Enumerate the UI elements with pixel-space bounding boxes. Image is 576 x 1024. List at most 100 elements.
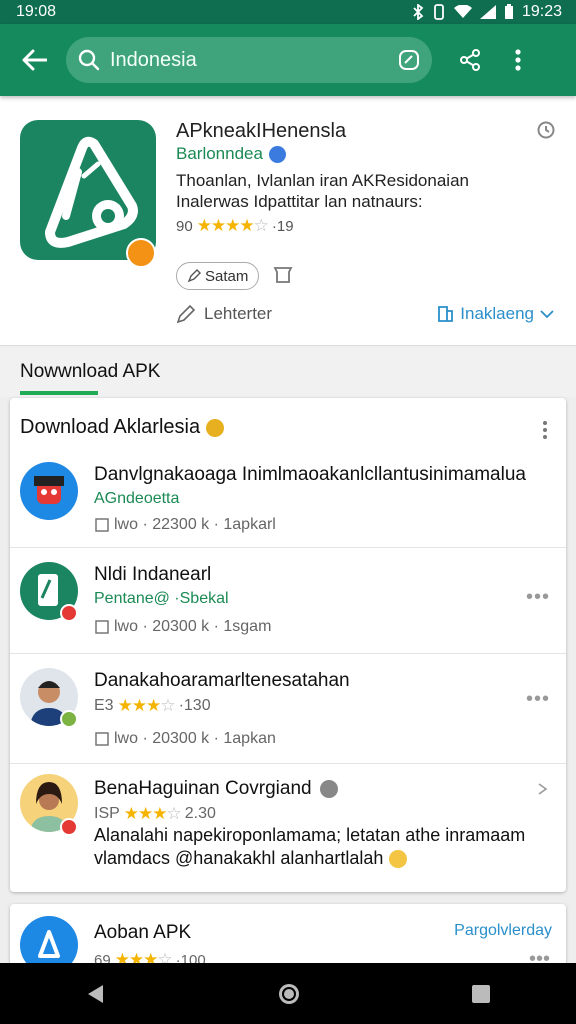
item-title-row: BenaHaguinan Covrgiand bbox=[94, 778, 338, 800]
tab-bar: Nowwnload APK bbox=[0, 347, 576, 397]
search-icon bbox=[78, 49, 100, 71]
lens-icon[interactable] bbox=[398, 49, 420, 71]
system-nav-bar bbox=[0, 963, 576, 1024]
item-meta-text: lwo · 22300 k · 1apkarl bbox=[114, 516, 276, 533]
battery-icon bbox=[504, 4, 513, 19]
card-title-text: Download Aklarlesia bbox=[20, 416, 201, 438]
item-title: Nldi Indanearl bbox=[94, 564, 212, 585]
emoji-icon bbox=[389, 849, 408, 868]
gold-badge-icon bbox=[206, 418, 225, 437]
description-line: Alanalahi napekiroponlamama; letatan ath… bbox=[94, 825, 526, 845]
more-vert-icon[interactable] bbox=[542, 420, 548, 440]
list-item[interactable]: Nldi Indanearl Pentane@ ·Sbekal lwo · 20… bbox=[10, 548, 566, 654]
verified-icon bbox=[268, 145, 286, 163]
bookmark-icon[interactable] bbox=[272, 264, 294, 286]
tab-download-apk[interactable]: Nowwnload APK bbox=[20, 361, 160, 383]
nav-back-button[interactable] bbox=[85, 983, 107, 1005]
developer-link[interactable]: Barlonndea bbox=[176, 144, 286, 164]
chip-label: Satam bbox=[205, 267, 249, 285]
card-title: Download Aklarlesia bbox=[20, 416, 225, 439]
review-label: Lehterter bbox=[204, 304, 273, 323]
item-title: Danvlgnakaoaga Inimlmaoakanlcllantusinim… bbox=[94, 464, 526, 485]
more-options-button[interactable] bbox=[496, 38, 540, 82]
rating-suffix: ·19 bbox=[271, 217, 294, 235]
item-title: BenaHaguinan Covrgiand bbox=[94, 778, 312, 799]
rating-suffix: 2.30 bbox=[184, 805, 216, 822]
description-line: vlamdacs @hanakakhl alanhartlalah bbox=[94, 847, 544, 870]
more-horiz-icon[interactable]: ••• bbox=[526, 586, 550, 609]
chevron-down-icon bbox=[540, 310, 554, 319]
info-icon bbox=[319, 780, 338, 798]
developer-name: Barlonndea bbox=[176, 144, 263, 163]
description-line: Thoanlan, Ivlanlan iran AKResidonaian bbox=[176, 171, 469, 190]
history-icon[interactable] bbox=[536, 120, 556, 140]
share-button[interactable] bbox=[448, 38, 492, 82]
back-button[interactable] bbox=[12, 38, 56, 82]
app-header-section: APkneakIHenensla Barlonndea Thoanlan, Iv… bbox=[0, 96, 576, 346]
item-subtitle: AGndeoetta bbox=[94, 490, 180, 507]
item-meta: lwo · 22300 k · 1apkarl bbox=[94, 516, 276, 534]
nav-recents-button[interactable] bbox=[471, 984, 491, 1004]
badge-icon bbox=[60, 818, 78, 836]
star-rating: ★★★★☆ bbox=[196, 216, 269, 235]
badge-icon bbox=[60, 604, 78, 622]
chevron-right-icon[interactable] bbox=[536, 782, 550, 796]
download-card: Download Aklarlesia Danvlgnakaoaga Iniml… bbox=[10, 398, 566, 892]
more-horiz-icon[interactable]: ••• bbox=[526, 688, 550, 711]
list-item[interactable]: BenaHaguinan Covrgiand ISP ★★★☆ 2.30 Ala… bbox=[10, 764, 566, 884]
status-time-right: 19:23 bbox=[521, 3, 562, 20]
install-button[interactable]: Inaklaeng bbox=[436, 304, 554, 324]
item-meta-text: lwo · 20300 k · 1sgam bbox=[114, 618, 272, 635]
star-rating: ★★★☆ bbox=[117, 696, 176, 715]
description-text: vlamdacs @hanakakhl alanhartlalah bbox=[94, 848, 384, 868]
signal-icon bbox=[479, 5, 496, 19]
install-icon bbox=[438, 306, 454, 322]
list-item[interactable]: Danvlgnakaoaga Inimlmaoakanlcllantusinim… bbox=[10, 446, 566, 548]
status-time-left: 19:08 bbox=[16, 3, 57, 20]
rating-prefix: 90 bbox=[176, 217, 193, 235]
file-icon bbox=[95, 620, 109, 634]
app-rating: 90 ★★★★☆ ·19 bbox=[176, 216, 294, 236]
pencil-icon bbox=[187, 269, 201, 283]
file-icon bbox=[95, 518, 109, 532]
avatar bbox=[20, 462, 78, 520]
app-bar: Indonesia bbox=[0, 24, 576, 96]
more-vert-icon bbox=[515, 49, 521, 71]
rating-prefix: ISP bbox=[94, 805, 120, 822]
search-bar[interactable]: Indonesia bbox=[66, 37, 432, 83]
card2-link[interactable]: Pargolvlerday bbox=[454, 922, 552, 940]
item-meta: lwo · 20300 k · 1apkan bbox=[94, 730, 276, 748]
list-item[interactable]: Danakahoaramarltenesatahan E3 ★★★☆ ·130 … bbox=[10, 654, 566, 764]
rating-suffix: ·130 bbox=[178, 697, 211, 714]
app-title: APkneakIHenensla bbox=[176, 120, 347, 142]
pencil-icon bbox=[176, 304, 196, 324]
item-title: Danakahoaramarltenesatahan bbox=[94, 670, 350, 691]
share-icon bbox=[460, 49, 480, 71]
file-icon bbox=[95, 732, 109, 746]
save-chip[interactable]: Satam bbox=[176, 262, 260, 290]
item-meta-text: lwo · 20300 k · 1apkan bbox=[114, 730, 276, 747]
avatar-face-icon bbox=[34, 476, 64, 504]
badge-icon bbox=[60, 710, 78, 728]
rating-prefix: E3 bbox=[94, 697, 114, 714]
search-input[interactable]: Indonesia bbox=[110, 49, 398, 72]
star-rating: ★★★☆ bbox=[123, 804, 182, 823]
review-link[interactable]: Lehterter bbox=[176, 304, 272, 324]
install-label: Inaklaeng bbox=[460, 304, 534, 323]
app-badge bbox=[126, 238, 156, 268]
wifi-icon bbox=[453, 5, 472, 18]
status-bar: 19:08 19:23 bbox=[0, 0, 576, 24]
arrow-left-icon bbox=[22, 49, 47, 71]
nav-home-button[interactable] bbox=[276, 981, 302, 1007]
vibrate-icon bbox=[434, 4, 444, 20]
app-description: Thoanlan, Ivlanlan iran AKResidonaian In… bbox=[176, 170, 546, 212]
tab-indicator bbox=[20, 391, 98, 395]
card2-title: Aoban APK bbox=[94, 922, 192, 943]
item-rating: E3 ★★★☆ ·130 bbox=[94, 696, 211, 716]
item-rating: ISP ★★★☆ 2.30 bbox=[94, 804, 216, 824]
item-meta: lwo · 20300 k · 1sgam bbox=[94, 618, 271, 636]
description-line: Inalerwas Idpattitar lan natnaurs: bbox=[176, 192, 423, 211]
item-description: Alanalahi napekiroponlamama; letatan ath… bbox=[94, 824, 544, 870]
item-subtitle: Pentane@ ·Sbekal bbox=[94, 590, 229, 607]
bluetooth-icon bbox=[413, 4, 424, 20]
